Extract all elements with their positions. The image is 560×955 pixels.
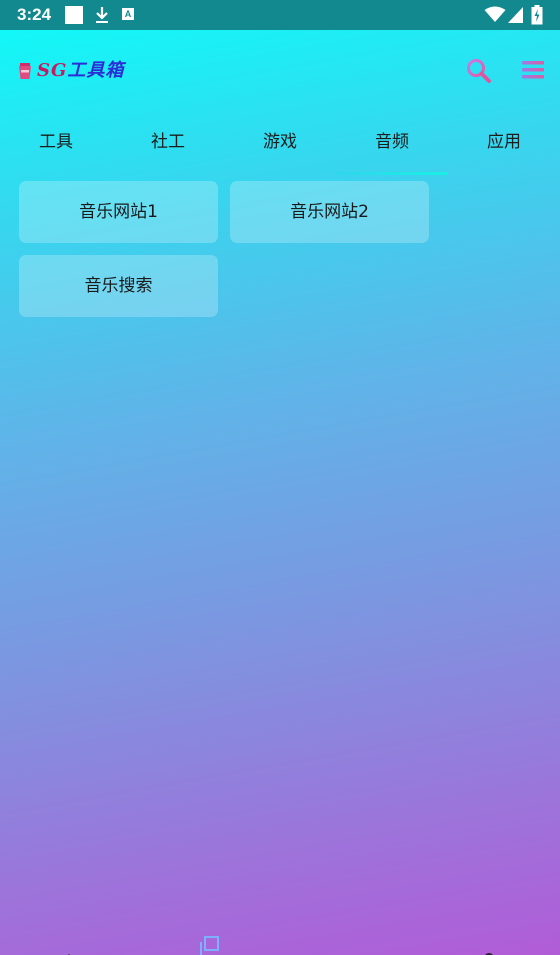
tab-indicator <box>336 172 448 175</box>
tab-apps[interactable]: 应用 <box>448 118 560 166</box>
card-music-search[interactable]: 音乐搜索 <box>19 255 218 317</box>
battery-icon <box>531 5 543 29</box>
app-title-part1: SG <box>37 60 68 81</box>
a-badge-icon: A <box>122 8 134 20</box>
card-music-site-2[interactable]: 音乐网站2 <box>230 181 429 243</box>
card-music-site-1[interactable]: 音乐网站1 <box>19 181 218 243</box>
recent-apps-icon[interactable] <box>200 936 220 955</box>
tab-tools[interactable]: 工具 <box>0 118 112 166</box>
download-icon <box>94 6 110 28</box>
cup-logo-icon <box>18 63 32 83</box>
home-icon[interactable] <box>61 947 77 955</box>
back-icon[interactable] <box>342 947 358 955</box>
app-title-part2: 工具箱 <box>67 60 125 81</box>
menu-button[interactable] <box>518 56 548 86</box>
tab-bar: 工具 社工 游戏 音频 应用 <box>0 118 560 176</box>
status-bar: 3:24 A <box>0 0 560 30</box>
menu-icon <box>522 61 544 79</box>
signal-icon <box>508 7 524 27</box>
tab-social-engineering[interactable]: 社工 <box>112 118 224 166</box>
status-time: 3:24 <box>17 5 52 24</box>
tab-games[interactable]: 游戏 <box>224 118 336 166</box>
wifi-icon <box>484 6 506 27</box>
assistant-dot-icon[interactable] <box>483 946 495 955</box>
square-icon <box>65 6 83 24</box>
app-title: SG工具箱 <box>37 56 124 82</box>
search-icon <box>467 59 491 83</box>
tab-audio[interactable]: 音频 <box>336 118 448 166</box>
app-bar: SG工具箱 <box>0 30 560 110</box>
search-button[interactable] <box>464 56 494 86</box>
